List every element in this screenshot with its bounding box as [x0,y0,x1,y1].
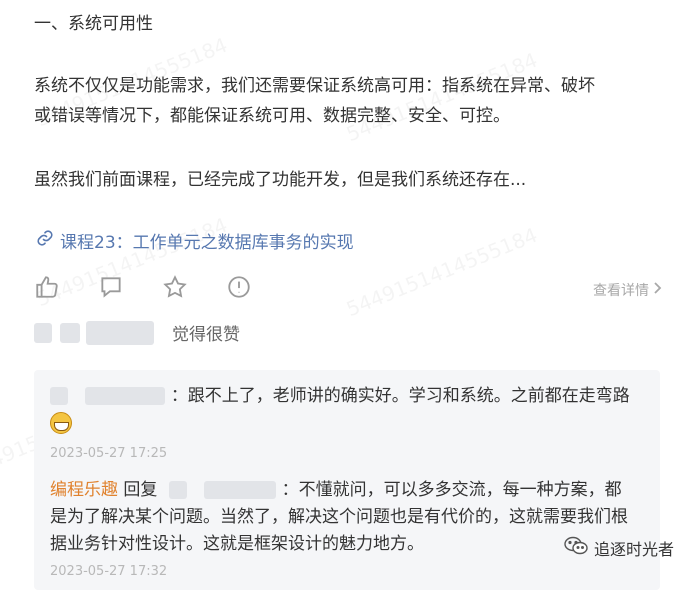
article-paragraph: 系统不仅仅是功能需求，我们还需要保证系统高可用：指系统在异常、破坏 或错误等情况… [34,71,674,131]
link-icon [36,229,54,252]
paragraph-line: 系统不仅仅是功能需求，我们还需要保证系统高可用：指系统在异常、破坏 [34,76,595,96]
wechat-icon [563,536,589,560]
reply-author[interactable]: 编程乐趣 [50,480,118,500]
watermark: 5449151414555184 [343,223,541,322]
comment-text: ：跟不上了，老师讲的确实好。学习和系统。之前都在走弯路 [50,383,630,410]
commenter-avatar [50,387,68,405]
action-bar [34,274,252,300]
reply-text: 编程乐趣 回复 ：不懂就问，可以多多交流，每一种方案，都 [50,477,622,504]
course-link-text: 课程23：工作单元之数据库事务的实现 [60,233,354,253]
comment-body: ：跟不上了，老师讲的确实好。学习和系统。之前都在走弯路 [170,386,630,406]
paragraph-line: 或错误等情况下，都能保证系统可用、数据完整、安全、可控。 [34,106,510,126]
chevron-right-icon [652,282,662,298]
commenter-name [85,387,166,405]
avatar [34,322,52,343]
reply-target-name [204,481,277,499]
comment-timestamp: 2023-05-27 17:25 [50,446,168,461]
reply-line: 是为了解决某个问题。当然了，解决这个问题也是有代价的，这就需要我们根 [50,507,628,527]
comment-icon[interactable] [98,274,124,300]
section-heading: 一、系统可用性 [34,14,153,34]
brand-logo: 追逐时光者 [563,536,674,560]
view-details-label: 查看详情 [593,283,649,299]
reply-body: ：不懂就问，可以多多交流，每一种方案，都 [281,480,622,500]
likers-row: 觉得很赞 [34,320,240,345]
view-details-link[interactable]: 查看详情 [593,280,662,300]
likes-text: 觉得很赞 [172,325,240,345]
reply-target-avatar [168,481,187,499]
reply-label: 回复 [123,480,158,500]
course-link[interactable]: 课程23：工作单元之数据库事务的实现 [36,228,354,253]
article-paragraph: 虽然我们前面课程，已经完成了功能开发，但是我们系统还存在... [34,170,527,190]
avatar [60,322,80,343]
thumb-up-icon[interactable] [34,274,60,300]
comment-emoji-row [50,410,72,437]
reply-line: 据业务针对性设计。这就是框架设计的魅力地方。 [50,534,424,554]
brand-name: 追逐时光者 [593,540,674,559]
grin-emoji-icon [50,412,72,434]
avatar [86,320,154,345]
report-icon[interactable] [226,274,252,300]
star-icon[interactable] [162,274,188,300]
